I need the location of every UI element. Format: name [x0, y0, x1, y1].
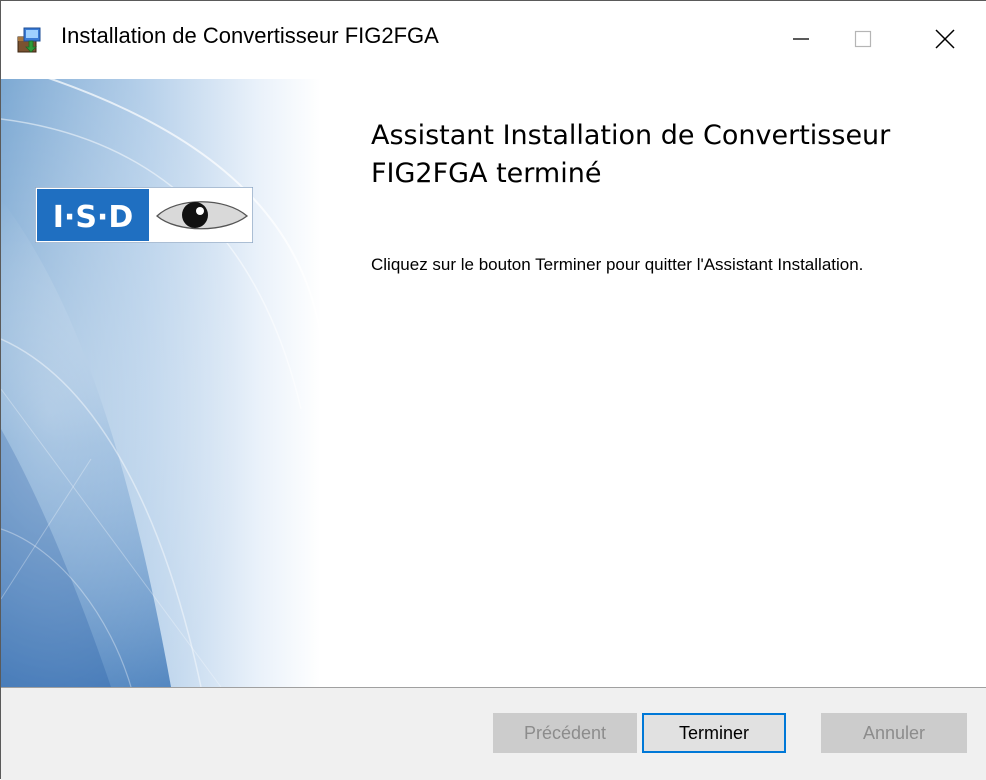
minimize-icon [793, 38, 809, 40]
finish-button[interactable]: Terminer [642, 713, 786, 753]
wizard-content: I·S·D Assistant Installation de Converti… [1, 79, 986, 687]
close-icon [935, 29, 955, 49]
window-title: Installation de Convertisseur FIG2FGA [61, 23, 439, 48]
close-button[interactable] [915, 11, 975, 67]
wizard-footer: Précédent Terminer Annuler [1, 688, 986, 780]
isd-logo: I·S·D [34, 186, 254, 244]
wizard-heading: Assistant Installation de Convertisseur … [371, 120, 891, 189]
title-bar[interactable]: Installation de Convertisseur FIG2FGA [1, 1, 986, 79]
cancel-button[interactable]: Annuler [821, 713, 967, 753]
logo-text: I·S·D [53, 200, 133, 235]
maximize-icon [854, 30, 872, 48]
minimize-button[interactable] [771, 11, 831, 67]
side-banner-graphic [1, 79, 321, 687]
back-button[interactable]: Précédent [493, 713, 637, 753]
installer-window: Installation de Convertisseur FIG2FGA I·… [0, 0, 986, 780]
installer-package-icon [15, 25, 45, 55]
maximize-button[interactable] [833, 11, 893, 67]
wizard-instruction: Cliquez sur le bouton Terminer pour quit… [371, 255, 864, 274]
